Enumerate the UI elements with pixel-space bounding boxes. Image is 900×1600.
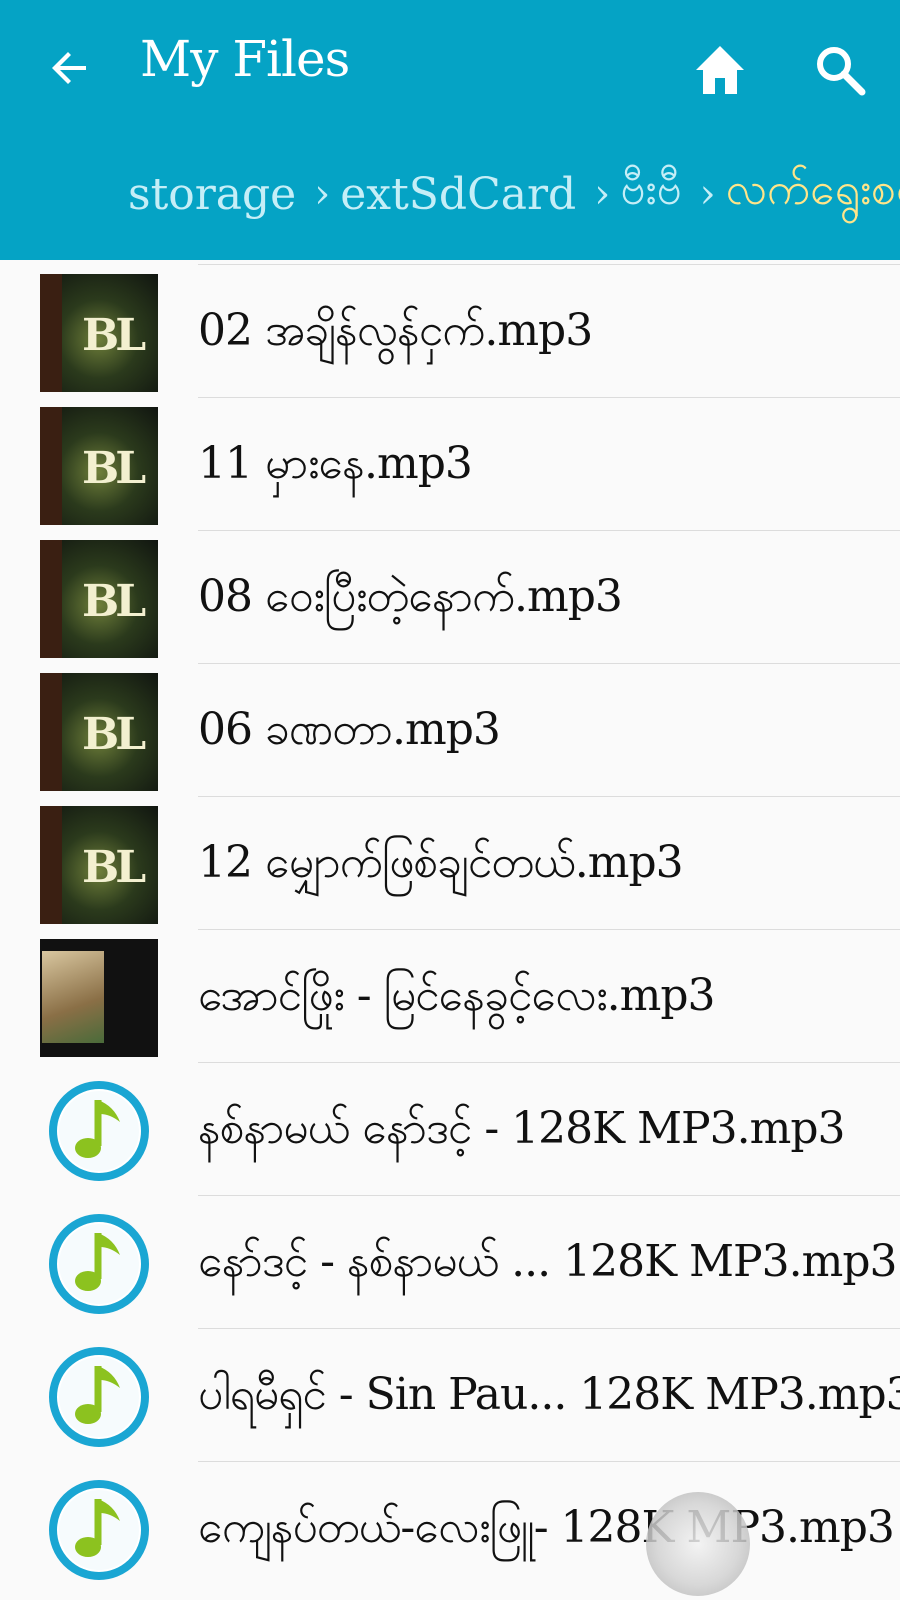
album-cover-thumbnail: BL	[40, 407, 158, 525]
search-icon	[817, 47, 866, 96]
music-note-icon	[40, 1072, 158, 1190]
breadcrumb-item-extsdcard[interactable]: extSdCard	[340, 169, 576, 220]
album-cover-thumbnail: BL	[40, 806, 158, 924]
list-item[interactable]: BL 02 အချိန်လွန်ငှက်.mp3	[0, 264, 900, 397]
list-item[interactable]: နစ်နာမယ် နော်ဒင့် - 128K MP3.mp3	[0, 1062, 900, 1195]
chevron-right-icon: ›	[314, 171, 331, 217]
file-name: 06 ခဏတာ.mp3	[198, 704, 501, 755]
album-cover-thumbnail: BL	[40, 274, 158, 392]
list-item[interactable]: BL 12 မျှောက်ဖြစ်ချင်တယ်.mp3	[0, 796, 900, 929]
list-item[interactable]: အောင်ဖြိုး - မြင်နေခွင့်လေး.mp3	[0, 929, 900, 1062]
search-button[interactable]	[812, 42, 868, 98]
file-name: ပါရမီရှင် - Sin Pau... 128K MP3.mp3	[198, 1369, 900, 1420]
file-name: 12 မျှောက်ဖြစ်ချင်တယ်.mp3	[198, 837, 684, 888]
album-cover-thumbnail: BL	[40, 540, 158, 658]
page-title: My Files	[140, 30, 350, 88]
chevron-right-icon: ›	[699, 171, 716, 217]
back-button[interactable]	[46, 44, 94, 92]
home-icon	[696, 46, 744, 94]
list-item[interactable]: BL	[0, 260, 900, 263]
app-header: My Files storage › extSdCard › ဗီးဗီ › လ…	[0, 0, 900, 260]
album-cover-thumbnail	[40, 939, 158, 1057]
chevron-right-icon: ›	[594, 171, 611, 217]
list-item[interactable]: BL 06 ခဏတာ.mp3	[0, 663, 900, 796]
music-note-icon	[40, 1338, 158, 1456]
file-name: ကျေနပ်တယ်-လေးဖြူ- 128K MP3.mp3	[198, 1502, 895, 1553]
music-note-icon	[40, 1205, 158, 1323]
file-name: 08 ဝေးပြီးတဲ့နောက်.mp3	[198, 571, 623, 622]
home-button[interactable]	[692, 42, 748, 98]
list-item[interactable]: BL 11 မှားနေ.mp3	[0, 397, 900, 530]
list-item[interactable]: ကျေနပ်တယ်-လေးဖြူ- 128K MP3.mp3	[0, 1461, 900, 1594]
file-name: 02 အချိန်လွန်ငှက်.mp3	[198, 305, 593, 356]
floating-action-button[interactable]	[646, 1492, 750, 1596]
breadcrumb-item-folder[interactable]: ဗီးဗီ	[620, 162, 681, 226]
file-name: နစ်နာမယ် နော်ဒင့် - 128K MP3.mp3	[198, 1103, 846, 1154]
file-name: နော်ဒင့် - နစ်နာမယ် ... 128K MP3.mp3	[198, 1236, 897, 1287]
list-item[interactable]: BL 08 ဝေးပြီးတဲ့နောက်.mp3	[0, 530, 900, 663]
file-name: 11 မှားနေ.mp3	[198, 438, 473, 489]
music-note-icon	[40, 1471, 158, 1589]
breadcrumb-item-storage[interactable]: storage	[128, 169, 296, 220]
list-item[interactable]: ပါရမီရှင် - Sin Pau... 128K MP3.mp3	[0, 1328, 900, 1461]
list-item[interactable]: နော်ဒင့် - နစ်နာမယ် ... 128K MP3.mp3	[0, 1195, 900, 1328]
album-cover-thumbnail: BL	[40, 673, 158, 791]
breadcrumb-item-current[interactable]: လက်ရွေးစင်	[726, 162, 900, 226]
file-name: အောင်ဖြိုး - မြင်နေခွင့်လေး.mp3	[198, 970, 716, 1021]
arrow-left-icon	[52, 52, 86, 84]
file-list[interactable]: BL BL 02 အချိန်လွန်ငှက်.mp3 BL 11 မှားနေ…	[0, 260, 900, 1600]
breadcrumb: storage › extSdCard › ဗီးဗီ › လက်ရွေးစင်	[128, 164, 900, 224]
